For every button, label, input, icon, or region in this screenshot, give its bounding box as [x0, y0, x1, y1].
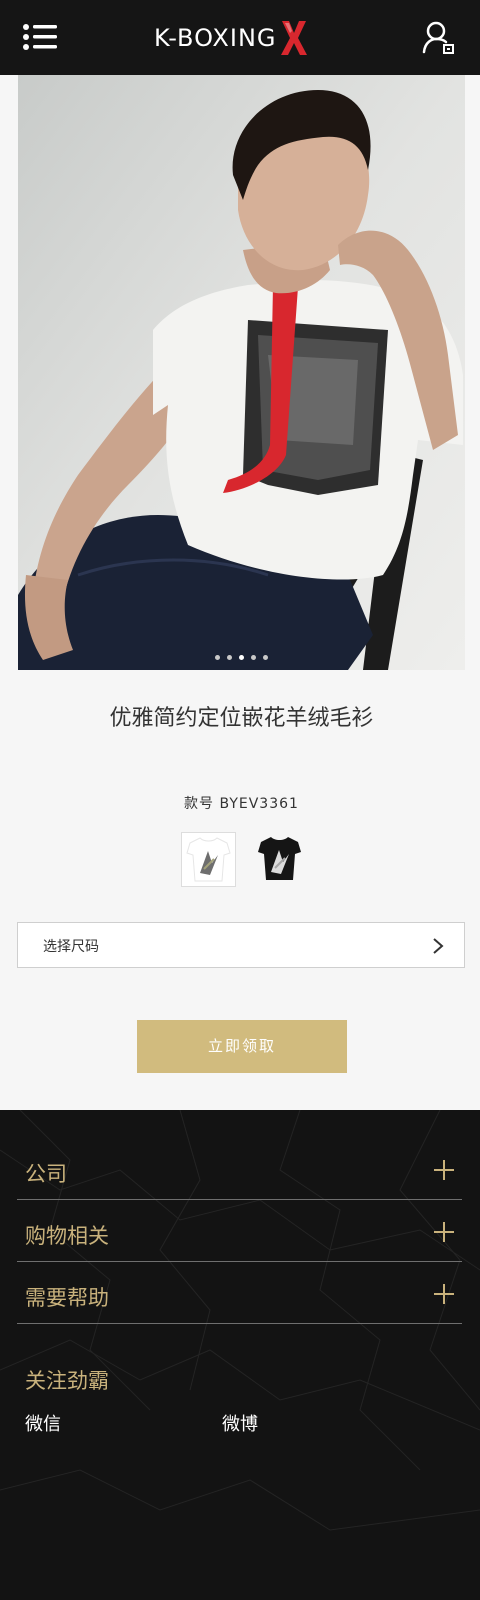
swatch-white[interactable]: [181, 832, 236, 887]
brand-logo[interactable]: K-BOXING: [154, 18, 334, 58]
style-number: 款号 BYEV3361: [184, 796, 299, 812]
site-footer: 公司 购物相关 需要帮助 关注劲霸 微信 微博: [0, 1110, 480, 1600]
boxing-mark-icon: [280, 21, 307, 55]
product-photo: [18, 75, 465, 670]
claim-now-button[interactable]: 立即领取: [137, 1020, 347, 1073]
carousel-dot[interactable]: [227, 655, 232, 660]
follow-us-title: 关注劲霸: [25, 1369, 109, 1393]
footer-section-shopping[interactable]: 购物相关: [17, 1200, 462, 1262]
footer-section-help[interactable]: 需要帮助: [17, 1262, 462, 1324]
menu-icon[interactable]: [22, 22, 62, 54]
carousel-dots: [18, 655, 465, 660]
footer-section-company[interactable]: 公司: [17, 1138, 462, 1200]
size-selector-label: 选择尺码: [43, 939, 99, 955]
user-icon[interactable]: [422, 20, 458, 56]
carousel-dot-active[interactable]: [239, 655, 244, 660]
carousel-dot[interactable]: [251, 655, 256, 660]
color-swatches: [181, 832, 311, 888]
swatch-black[interactable]: [253, 832, 308, 887]
carousel-dot[interactable]: [215, 655, 220, 660]
product-image-carousel[interactable]: [18, 75, 465, 670]
chevron-right-icon: [433, 938, 444, 954]
footer-section-label: 购物相关: [25, 1224, 109, 1248]
footer-section-label: 需要帮助: [25, 1286, 109, 1310]
top-nav-bar: K-BOXING: [0, 0, 480, 75]
footer-section-label: 公司: [25, 1162, 67, 1186]
social-link-weibo[interactable]: 微博: [222, 1410, 258, 1436]
plus-icon: [434, 1284, 454, 1304]
size-selector[interactable]: 选择尺码: [17, 922, 465, 968]
product-detail: 优雅简约定位嵌花羊绒毛衫 款号 BYEV3361 选择尺码 立即领取: [3, 75, 480, 1110]
carousel-dot[interactable]: [263, 655, 268, 660]
social-link-wechat[interactable]: 微信: [25, 1410, 61, 1436]
brand-logo-text: K-BOXING: [154, 24, 277, 52]
product-title: 优雅简约定位嵌花羊绒毛衫: [109, 706, 374, 731]
plus-icon: [434, 1160, 454, 1180]
plus-icon: [434, 1222, 454, 1242]
